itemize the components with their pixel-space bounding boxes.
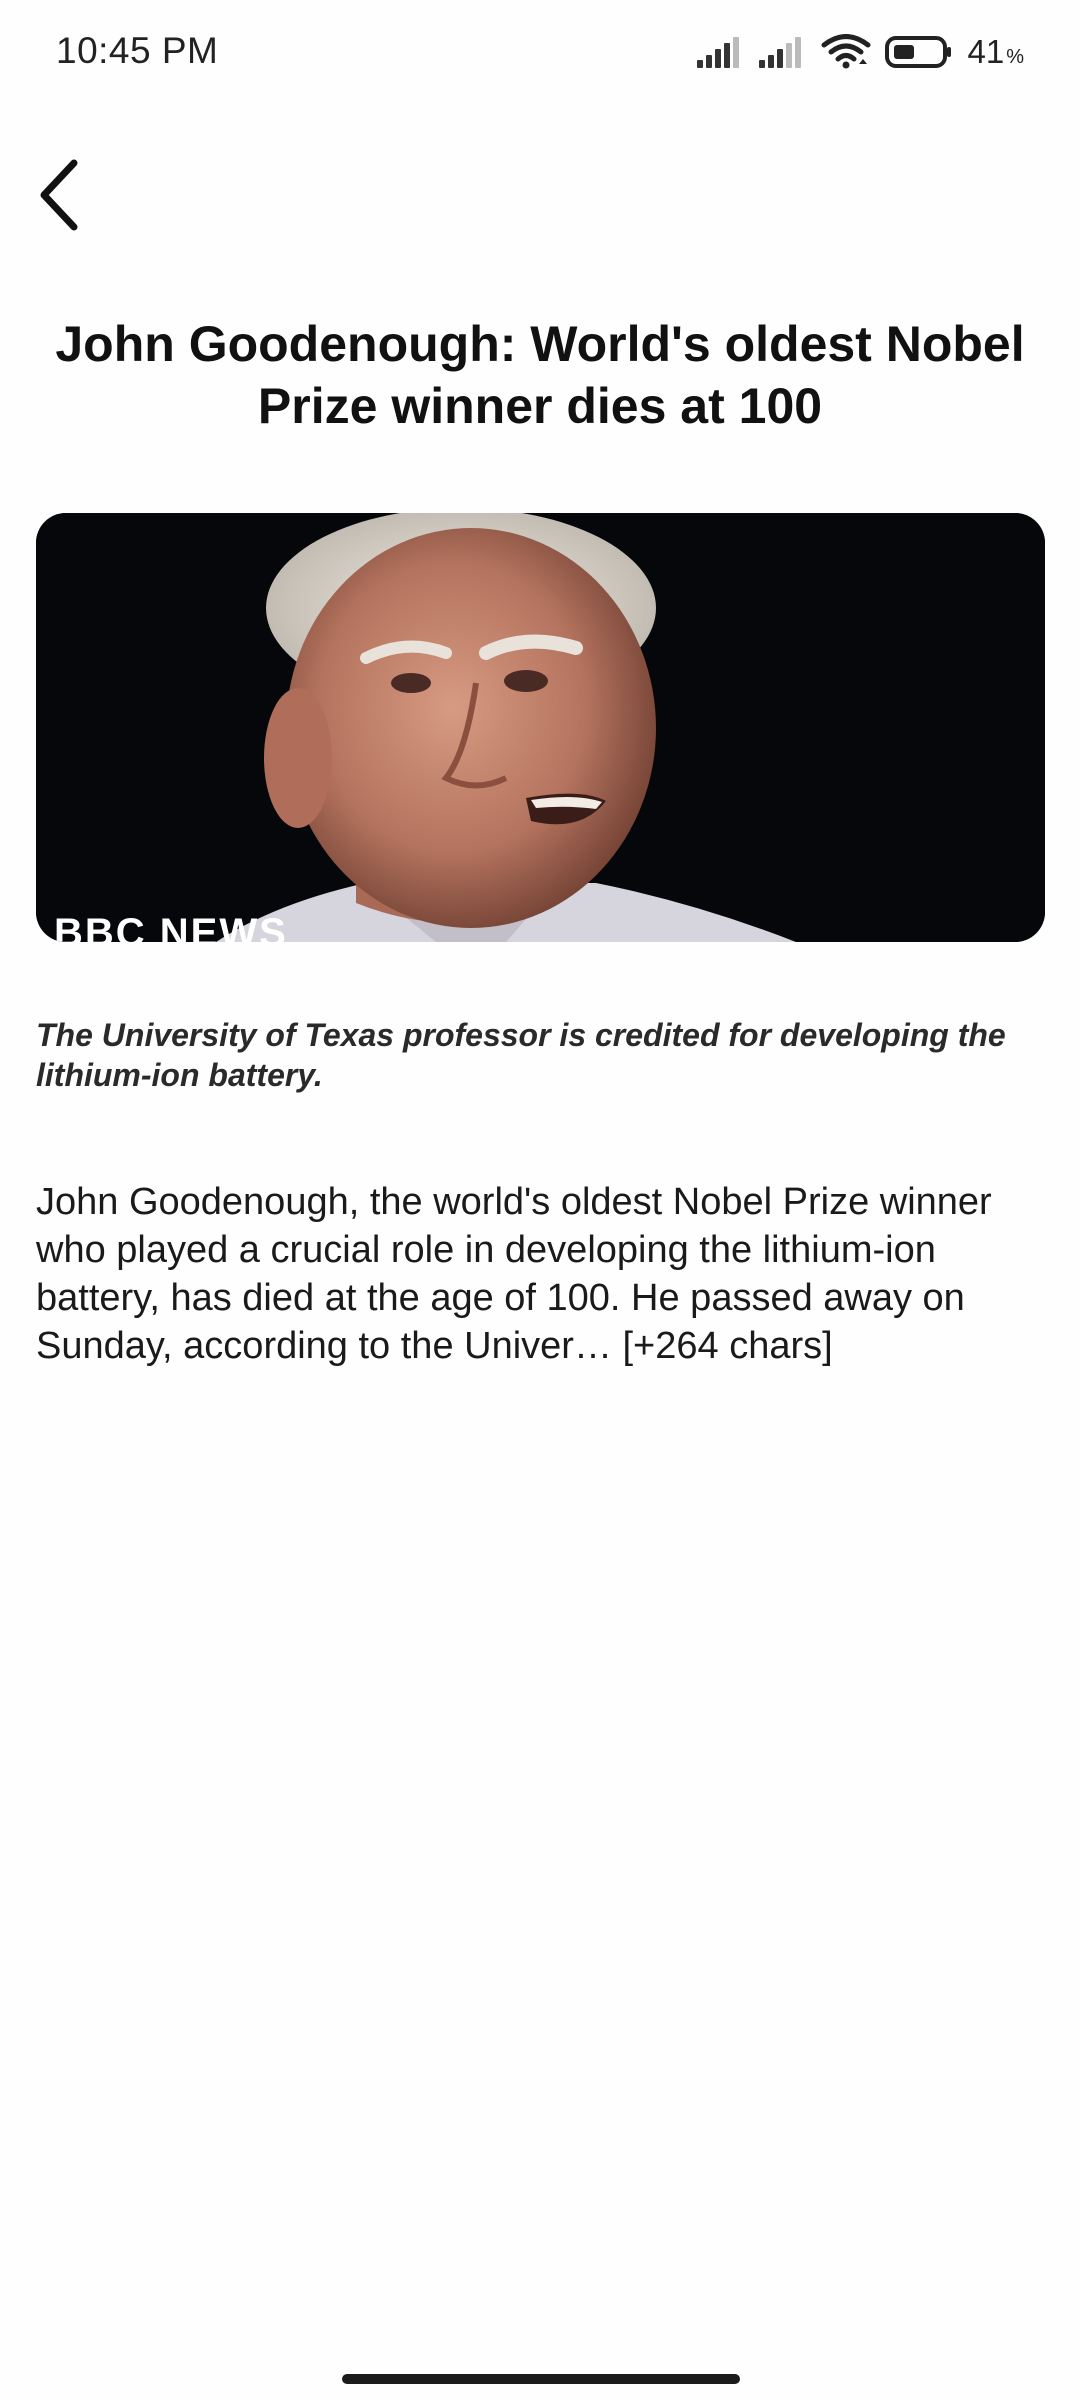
signal-icon (697, 36, 745, 68)
status-time: 10:45 PM (56, 30, 219, 71)
chevron-left-icon (40, 159, 78, 231)
battery-icon (885, 35, 953, 69)
article-description: The University of Texas professor is cre… (36, 1017, 1006, 1093)
article-detail-screen: 10:45 PM 41 % John Goodenough: World's o… (0, 0, 1080, 2400)
back-button[interactable] (30, 150, 90, 240)
home-indicator[interactable] (342, 2374, 740, 2384)
battery-level-value: 41 (967, 33, 1005, 70)
article-title: John Goodenough: World's oldest Nobel Pr… (55, 316, 1025, 434)
signal-icon (759, 36, 807, 68)
article-image: BBC NEWS (36, 513, 1045, 942)
article-content: John Goodenough, the world's oldest Nobe… (36, 1181, 992, 1367)
status-icons: 41% (697, 28, 1024, 76)
battery-level-unit: % (1006, 46, 1024, 68)
image-logo: BBC NEWS (54, 911, 288, 942)
battery-level: 41% (967, 33, 1024, 71)
wifi-icon (821, 34, 871, 70)
status-bar: 10:45 PM 41 % (0, 0, 1080, 104)
